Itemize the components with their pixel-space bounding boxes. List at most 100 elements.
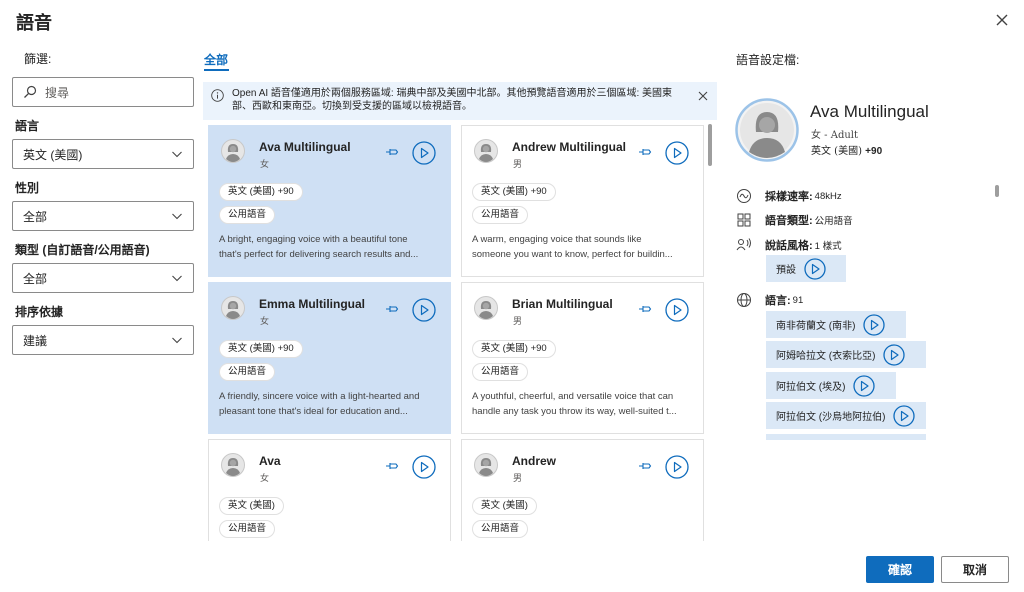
voice-card[interactable]: Ava Multilingual 女英文 (美國) +90 公用語音 A bright… — [208, 125, 451, 277]
language-sample-button[interactable]: 阿姆哈拉文 (衣索比亞) — [766, 341, 926, 368]
avatar — [735, 98, 799, 162]
type-label: 類型 (自訂語音/公用語音) — [15, 243, 150, 257]
avatar-icon — [474, 296, 498, 320]
profile-language: 英文 (美國) +90 — [811, 142, 882, 157]
voice-card[interactable]: Andrew Multilingual 男英文 (美國) +90 公用語音 A war… — [461, 125, 704, 277]
voice-name: Andrew Multilingual — [512, 140, 626, 154]
avatar-icon — [474, 139, 498, 163]
pin-icon[interactable] — [638, 303, 652, 315]
chevron-down-icon — [172, 151, 182, 158]
language-sample-label: 阿姆哈拉文 (衣索比亞) — [776, 351, 876, 362]
avatar-icon — [474, 453, 498, 477]
language-sample-button[interactable]: 南非荷蘭文 (南非) — [766, 311, 906, 338]
voice-name: Andrew — [512, 454, 557, 468]
play-icon[interactable] — [665, 298, 689, 322]
type-pill: 公用語音 — [219, 363, 276, 381]
play-icon[interactable] — [665, 455, 689, 479]
pin-icon[interactable] — [385, 303, 399, 315]
chevron-down-icon — [172, 337, 182, 344]
language-sample-button[interactable]: 阿拉伯文 (埃及) — [766, 372, 896, 399]
style-default-button[interactable]: 預設 — [766, 255, 846, 282]
voice-type-row: 語音類型: 公用語音 — [736, 212, 853, 228]
avatar-icon — [221, 296, 245, 320]
type-pill: 公用語音 — [219, 520, 276, 538]
profile-language-more: +90 — [865, 146, 883, 157]
play-icon[interactable] — [665, 141, 689, 165]
filters-heading: 篩選: — [24, 52, 52, 66]
language-pill: 英文 (美國) — [472, 497, 537, 515]
description-line: that's perfect for delivering search res… — [219, 249, 419, 260]
description-line: A warm, engaging voice that sounds like — [472, 234, 642, 245]
sort-select[interactable]: 建議 — [12, 325, 194, 355]
speaking-icon — [736, 238, 751, 251]
language-pill: 英文 (美國) +90 — [219, 340, 303, 358]
sort-value: 建議 — [23, 333, 48, 348]
voice-card[interactable]: Andrew 男英文 (美國) 公用語音 — [461, 439, 704, 541]
description-line: A bright, engaging voice with a beautifu… — [219, 234, 408, 245]
play-icon[interactable] — [412, 141, 436, 165]
type-pill: 公用語音 — [472, 363, 529, 381]
search-input[interactable]: 搜尋 — [12, 77, 194, 107]
grid-icon — [737, 213, 751, 227]
style-default-label: 預設 — [776, 265, 796, 276]
cancel-button[interactable]: 取消 — [941, 556, 1009, 583]
pin-icon[interactable] — [385, 460, 399, 472]
sample-rate-value: 48kHz — [814, 190, 842, 202]
tab-all[interactable]: 全部 — [204, 51, 228, 68]
language-sample-label: 阿拉伯文 (埃及) — [776, 382, 846, 393]
dismiss-icon[interactable] — [697, 90, 709, 102]
voice-description: A warm, engaging voice that sounds like s… — [472, 232, 694, 262]
voice-gender: 男 — [513, 473, 523, 483]
search-icon — [24, 85, 37, 98]
play-icon[interactable] — [412, 455, 436, 479]
sample-rate-row: 採樣速率: 48kHz — [736, 188, 842, 204]
globe-icon — [737, 293, 751, 307]
pin-icon[interactable] — [385, 146, 399, 158]
description-line: A friendly, sincere voice with a light-h… — [219, 391, 420, 402]
voice-card[interactable]: Emma Multilingual 女英文 (美國) +90 公用語音 A frien… — [208, 282, 451, 434]
voice-name: Brian Multilingual — [512, 297, 613, 311]
gender-select[interactable]: 全部 — [12, 201, 194, 231]
voice-dialog: 語音 篩選: 搜尋 語言 英文 (美國) 性別 全部 類型 (自訂語音/公用語音… — [0, 0, 1024, 592]
gender-label: 性別 — [15, 181, 40, 195]
profile-language-value: 英文 (美國) — [811, 146, 862, 157]
play-icon — [893, 404, 916, 427]
type-select[interactable]: 全部 — [12, 263, 194, 293]
filter-panel: 篩選: 搜尋 語言 英文 (美國) 性別 全部 類型 (自訂語音/公用語音) 全… — [12, 50, 194, 355]
style-label: 說話風格: — [765, 240, 813, 252]
confirm-button[interactable]: 確認 — [866, 556, 934, 583]
play-icon — [883, 343, 906, 366]
description-line: someone you want to know, perfect for bu… — [472, 249, 673, 260]
type-pill: 公用語音 — [472, 520, 529, 538]
style-value: 1 樣式 — [814, 241, 842, 252]
profile-scrollbar[interactable] — [995, 185, 999, 197]
languages-label: 語言: — [765, 295, 791, 307]
voice-type-label: 語音類型: — [765, 215, 813, 227]
pin-icon[interactable] — [638, 460, 652, 472]
type-value: 全部 — [23, 271, 48, 286]
info-message: Open AI 語音僅適用於兩個服務區域: 瑞典中部及美國中北部。其他預覽語音適… — [232, 88, 673, 112]
voice-card[interactable]: Brian Multilingual 男英文 (美國) +90 公用語音 A yout… — [461, 282, 704, 434]
voice-gender: 男 — [513, 316, 523, 326]
play-icon — [863, 313, 886, 336]
language-pill: 英文 (美國) +90 — [472, 183, 556, 201]
language-select[interactable]: 英文 (美國) — [12, 139, 194, 169]
voice-name: Ava Multilingual — [259, 140, 351, 154]
language-sample-label: 阿拉伯文 (沙烏地阿拉伯) — [776, 412, 886, 423]
profile-name: Ava Multilingual — [810, 102, 929, 121]
profile-heading: 語音設定檔: — [736, 53, 800, 67]
play-icon — [804, 257, 826, 280]
play-icon[interactable] — [412, 298, 436, 322]
info-banner: Open AI 語音僅適用於兩個服務區域: 瑞典中部及美國中北部。其他預覽語音適… — [203, 82, 717, 120]
voice-gender: 男 — [513, 159, 523, 169]
language-sample-label: 南非荷蘭文 (南非) — [776, 321, 856, 332]
voice-card[interactable]: Ava 女英文 (美國) 公用語音 — [208, 439, 451, 541]
avatar-icon — [221, 139, 245, 163]
grid-scrollbar[interactable] — [708, 124, 712, 166]
description-line: handle any task you throw its way, well-… — [472, 406, 677, 417]
language-sample-button[interactable]: 阿拉伯文 (沙烏地阿拉伯) — [766, 402, 926, 429]
language-list-clipped-item — [766, 434, 926, 440]
close-icon[interactable] — [992, 10, 1012, 30]
play-icon — [853, 374, 876, 397]
pin-icon[interactable] — [638, 146, 652, 158]
